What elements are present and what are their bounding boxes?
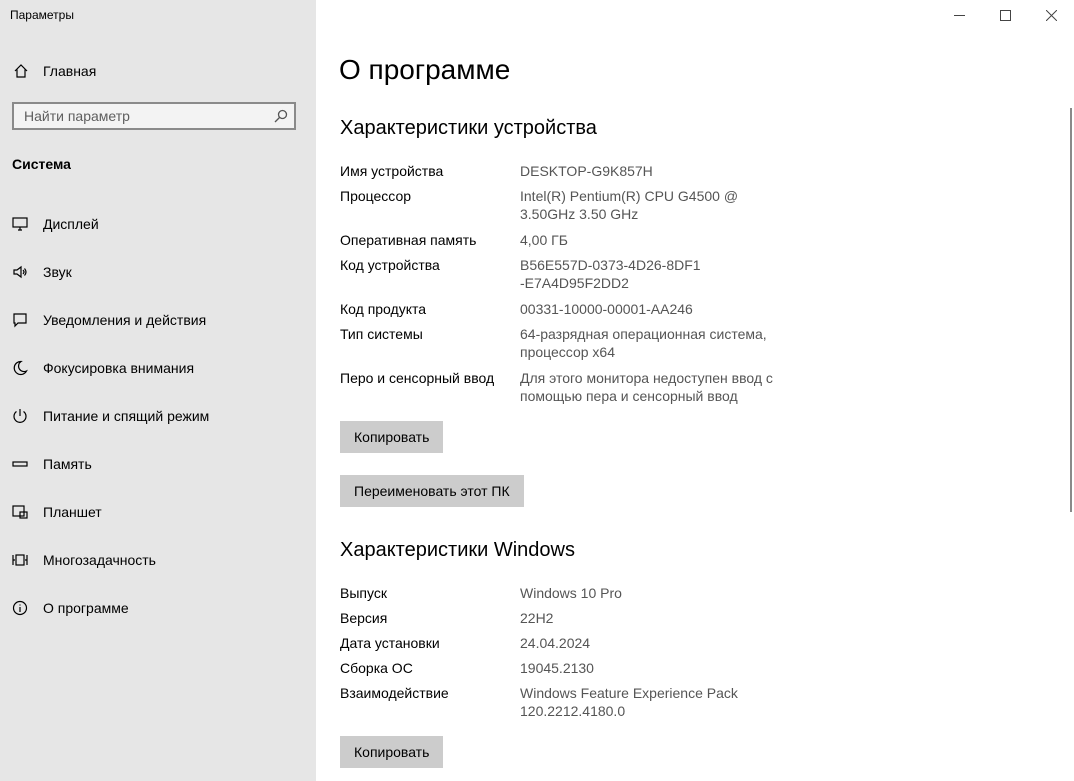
home-icon xyxy=(12,62,30,80)
notification-icon xyxy=(11,311,29,329)
spec-value: 64-разрядная операционная система, проце… xyxy=(520,326,767,360)
window-controls xyxy=(936,0,1074,30)
sidebar-item-home[interactable]: Главная xyxy=(0,52,316,90)
storage-icon xyxy=(11,455,29,473)
rename-pc-button[interactable]: Переименовать этот ПК xyxy=(340,475,524,507)
tablet-icon xyxy=(11,503,29,521)
spec-key: Код продукта xyxy=(340,301,427,317)
windows-specs-heading: Характеристики Windows xyxy=(340,539,575,561)
sidebar-item-about[interactable]: О программе xyxy=(0,584,316,632)
spec-key: Перо и сенсорный ввод xyxy=(340,370,495,386)
sidebar-item-label: Питание и спящий режим xyxy=(43,408,210,424)
sidebar-item-label: О программе xyxy=(43,600,129,616)
spec-key: Дата установки xyxy=(340,635,440,651)
search-icon[interactable] xyxy=(274,109,288,123)
power-icon xyxy=(11,407,29,425)
nav-list: Дисплей Звук Уведомления и действия Фоку… xyxy=(0,200,316,632)
spec-key: Сборка ОС xyxy=(340,660,413,676)
sidebar-item-label: Дисплей xyxy=(43,216,99,232)
spec-value: Windows 10 Pro xyxy=(520,585,622,601)
spec-value: 22H2 xyxy=(520,610,554,626)
spec-value: 4,00 ГБ xyxy=(520,232,568,248)
page-title: О программе xyxy=(339,54,511,85)
spec-key: Оперативная память xyxy=(340,232,477,248)
sidebar-item-storage[interactable]: Память xyxy=(0,440,316,488)
moon-icon xyxy=(11,359,29,377)
sidebar-item-multitasking[interactable]: Многозадачность xyxy=(0,536,316,584)
maximize-icon xyxy=(999,9,1011,21)
copy-device-specs-button[interactable]: Копировать xyxy=(340,421,444,453)
search-input[interactable] xyxy=(14,104,274,128)
minimize-icon xyxy=(953,14,965,16)
copy-windows-specs-button[interactable]: Копировать xyxy=(340,736,444,768)
sidebar-item-power[interactable]: Питание и спящий режим xyxy=(0,392,316,440)
speaker-icon xyxy=(11,263,29,281)
sidebar-item-notifications[interactable]: Уведомления и действия xyxy=(0,296,316,344)
multitasking-icon xyxy=(11,551,29,569)
spec-value: Intel(R) Pentium(R) CPU G4500 @ 3.50GHz … xyxy=(520,188,739,222)
sidebar: Параметры Главная Система Дисплей Звук xyxy=(0,0,316,781)
search-box[interactable] xyxy=(12,102,296,130)
minimize-button[interactable] xyxy=(936,0,982,30)
spec-key: Версия xyxy=(340,610,388,626)
spec-value: 19045.2130 xyxy=(520,660,594,676)
info-icon xyxy=(11,599,29,617)
sidebar-item-label: Планшет xyxy=(43,504,102,520)
scrollbar[interactable] xyxy=(1070,108,1072,512)
sidebar-item-label: Память xyxy=(43,456,92,472)
device-specs-heading: Характеристики устройства xyxy=(340,117,597,139)
close-icon xyxy=(1045,9,1057,21)
spec-key: Тип системы xyxy=(340,326,423,342)
spec-key: Выпуск xyxy=(340,585,387,601)
spec-value: 24.04.2024 xyxy=(520,635,591,651)
sidebar-item-tablet[interactable]: Планшет xyxy=(0,488,316,536)
monitor-icon xyxy=(11,215,29,233)
sidebar-item-focus[interactable]: Фокусировка внимания xyxy=(0,344,316,392)
spec-key: Имя устройства xyxy=(340,163,444,179)
maximize-button[interactable] xyxy=(982,0,1028,30)
spec-key: Процессор xyxy=(340,188,412,204)
sidebar-item-label: Звук xyxy=(43,264,72,280)
spec-value: B56E557D-0373-4D26-8DF1-E7A4D95F2DD2 xyxy=(520,257,701,291)
spec-value: Для этого монитора недоступен ввод с пом… xyxy=(520,370,773,404)
spec-value: 00331-10000-00001-AA246 xyxy=(520,301,693,317)
section-label: Система xyxy=(12,156,71,172)
sidebar-item-label: Многозадачность xyxy=(43,552,156,568)
spec-key: Код устройства xyxy=(340,257,440,273)
spec-key: Взаимодействие xyxy=(340,685,449,701)
sidebar-item-label: Уведомления и действия xyxy=(43,312,207,328)
sidebar-item-label: Главная xyxy=(43,63,97,79)
sidebar-item-label: Фокусировка внимания xyxy=(43,360,195,376)
spec-value: Windows Feature Experience Pack 120.2212… xyxy=(520,685,738,719)
main-content: О программе Характеристики устройства Им… xyxy=(316,0,1074,781)
spec-value: DESKTOP-G9K857H xyxy=(520,163,653,179)
sidebar-item-display[interactable]: Дисплей xyxy=(0,200,316,248)
close-button[interactable] xyxy=(1028,0,1074,30)
app-title: Параметры xyxy=(10,8,74,22)
sidebar-item-sound[interactable]: Звук xyxy=(0,248,316,296)
